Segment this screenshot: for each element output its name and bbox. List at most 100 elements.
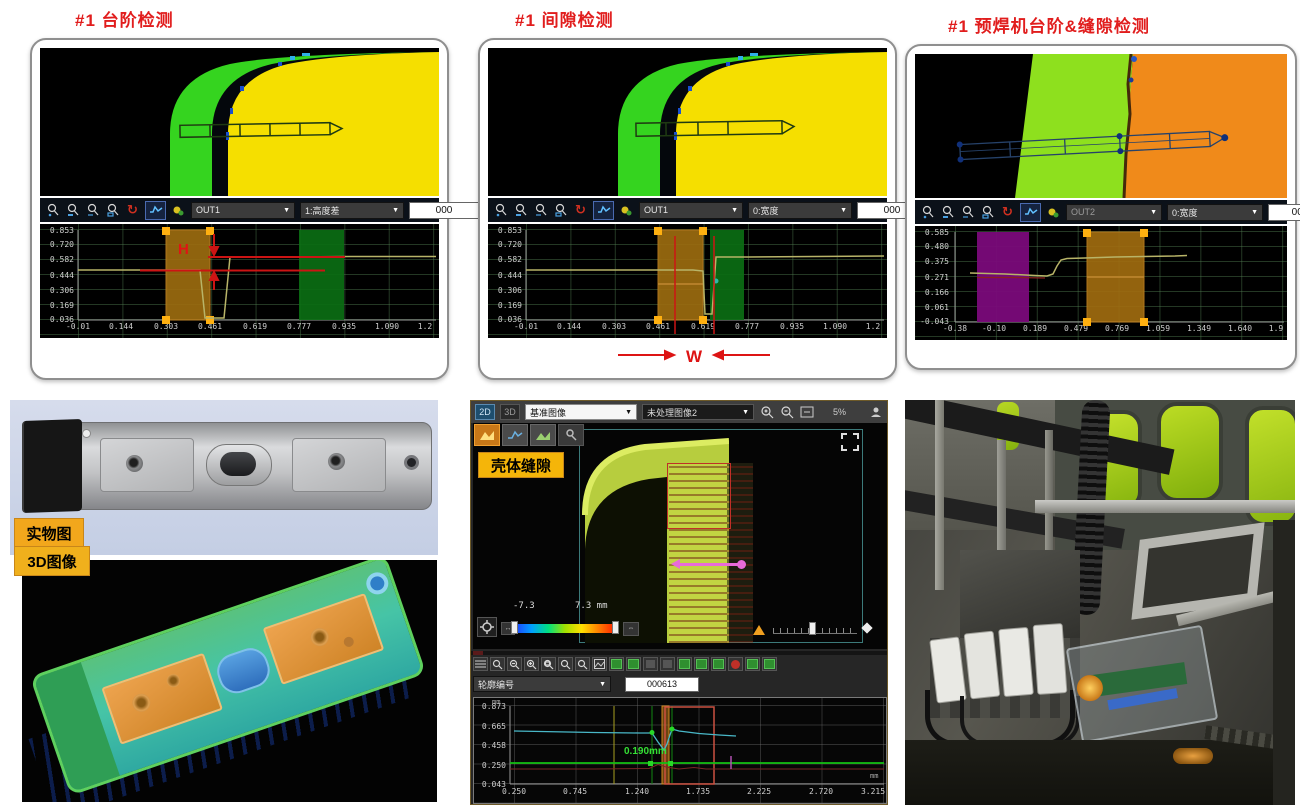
position-marker-orange[interactable] — [753, 625, 765, 635]
probe-button[interactable] — [558, 424, 584, 446]
panel-preweld-monitor: ↻ OUT2▼ 0:宽度▼ 000 0.585 0.480 0.375 0.27… — [905, 44, 1297, 370]
color-tool-icon[interactable] — [619, 203, 634, 218]
magnify-minus-icon[interactable] — [507, 657, 522, 671]
viewer-zoom-out-icon[interactable] — [779, 405, 794, 420]
disabled-tool-icon — [660, 657, 675, 671]
zoom-region-icon[interactable] — [105, 203, 120, 218]
black-clip — [22, 419, 82, 513]
machine-cable-loop — [960, 696, 1080, 746]
viewer-zoom-in-icon[interactable] — [759, 405, 774, 420]
overlay-icon[interactable] — [626, 657, 641, 671]
zoom-in-icon[interactable] — [920, 205, 935, 220]
measure-icon[interactable] — [677, 657, 692, 671]
panel-preweld-title: #1 预焊机台阶&缝隙检测 — [948, 12, 1150, 37]
zoom-out-icon[interactable] — [940, 205, 955, 220]
reset-view-icon[interactable]: ↻ — [125, 203, 140, 218]
view-3d-button[interactable]: 3D — [500, 404, 520, 420]
height-image-button[interactable] — [474, 424, 500, 446]
gap-output-select[interactable]: OUT1▼ — [639, 202, 743, 219]
grid-icon[interactable] — [473, 657, 488, 671]
panel-gap-monitor: ↻ OUT1▼ 0:宽度▼ 000 0.853 0.720 0.582 0.44… — [478, 38, 897, 380]
fullscreen-icon[interactable] — [841, 433, 859, 451]
zoom-fit-icon[interactable] — [85, 203, 100, 218]
contour-plot: 0.190mm — [474, 698, 886, 803]
zoom-fit-icon[interactable] — [960, 205, 975, 220]
render-3d-label: 3D图像 — [14, 546, 90, 576]
machine-photo — [905, 400, 1295, 805]
tool-icon[interactable] — [868, 405, 883, 420]
processed-image-select[interactable]: 未处理图像2▼ — [642, 404, 754, 420]
magnify-icon[interactable] — [490, 657, 505, 671]
color-scale-bar — [515, 624, 615, 633]
page: #1 台阶检测 ↻ — [0, 0, 1300, 805]
export-icon[interactable] — [762, 657, 777, 671]
viewer-topbar: 2D 3D 基准图像▼ 未处理图像2▼ 5% — [471, 401, 887, 423]
chevron-down-icon: ▼ — [840, 207, 847, 214]
reset-view-icon[interactable]: ↻ — [1000, 205, 1015, 220]
color-tool-icon[interactable] — [171, 203, 186, 218]
machine-floor — [905, 740, 1295, 805]
gap-profile-plot — [488, 224, 887, 338]
contour-row: 轮廓编号▼ 000613 — [473, 675, 887, 693]
measure-region-green[interactable] — [299, 230, 344, 320]
zoom-in-icon[interactable] — [45, 203, 60, 218]
step-output-select[interactable]: OUT1▼ — [191, 202, 295, 219]
reference-line — [977, 278, 1045, 279]
step-value-box[interactable]: 000 — [409, 202, 479, 219]
profile-chart-icon[interactable] — [1020, 203, 1041, 222]
preweld-heightmap-view — [915, 54, 1287, 198]
scale-auto-button[interactable]: ⇔ — [623, 622, 639, 636]
record-icon[interactable] — [728, 657, 743, 671]
color-tool-icon[interactable] — [1046, 205, 1061, 220]
height-profile-line — [526, 256, 884, 314]
image-icon[interactable] — [592, 657, 607, 671]
gap-width-annotation: W — [488, 342, 887, 368]
texture-view-button[interactable] — [530, 424, 556, 446]
contour-number-select[interactable]: 轮廓编号▼ — [473, 676, 611, 692]
profile-chart-icon[interactable] — [593, 201, 614, 220]
scan-red-region[interactable] — [667, 463, 731, 529]
zoom-in-icon[interactable] — [493, 203, 508, 218]
zoom-out-icon[interactable] — [65, 203, 80, 218]
profile-chart-icon[interactable] — [145, 201, 166, 220]
chevron-down-icon: ▼ — [1251, 209, 1258, 216]
step-mode-select[interactable]: 1:高度差▼ — [300, 202, 404, 219]
zoom-region-icon[interactable] — [980, 205, 995, 220]
measure-region-orange[interactable] — [658, 230, 703, 320]
preweld-value-box[interactable]: 000 — [1268, 204, 1300, 221]
preweld-mode-select[interactable]: 0:宽度▼ — [1167, 204, 1263, 221]
zoom-fit-icon[interactable] — [533, 203, 548, 218]
machine-right-column — [1273, 520, 1295, 805]
export-icon[interactable] — [745, 657, 760, 671]
zoom-percent: 5% — [833, 407, 846, 417]
gap-mode-select[interactable]: 0:宽度▼ — [748, 202, 852, 219]
viewer-mode-buttons — [474, 424, 584, 446]
overlay-icon[interactable] — [609, 657, 624, 671]
measure-icon[interactable] — [711, 657, 726, 671]
zoom-out-icon[interactable] — [513, 203, 528, 218]
contour-number-value[interactable]: 000613 — [625, 677, 699, 692]
gap-profile-graph: 0.853 0.720 0.582 0.444 0.306 0.169 0.03… — [488, 224, 887, 338]
profile-view-button[interactable] — [502, 424, 528, 446]
magnify-plus-icon[interactable] — [524, 657, 539, 671]
scale-handle-max[interactable] — [612, 621, 619, 634]
base-image-select[interactable]: 基准图像▼ — [525, 404, 637, 420]
view-2d-button[interactable]: 2D — [475, 404, 495, 420]
fit-screen-icon[interactable] — [799, 405, 814, 420]
chevron-down-icon: ▼ — [283, 207, 290, 214]
marker-diamond[interactable] — [861, 622, 872, 633]
machine-silver-beam — [1035, 500, 1295, 513]
pan-icon[interactable] — [541, 657, 556, 671]
preweld-output-select[interactable]: OUT2▼ — [1066, 204, 1162, 221]
section-slider-handle[interactable] — [809, 622, 816, 635]
preweld-heightmap-image — [915, 54, 1287, 198]
real-part-photo: 实物图 — [10, 400, 438, 555]
magnify-icon[interactable] — [558, 657, 573, 671]
zoom-region-icon[interactable] — [553, 203, 568, 218]
scale-handle-min[interactable] — [511, 621, 518, 634]
magnify-icon[interactable] — [575, 657, 590, 671]
scale-settings-button[interactable] — [477, 617, 497, 637]
reset-view-icon[interactable]: ↻ — [573, 203, 588, 218]
step-heightmap-view — [40, 48, 439, 196]
measure-icon[interactable] — [694, 657, 709, 671]
